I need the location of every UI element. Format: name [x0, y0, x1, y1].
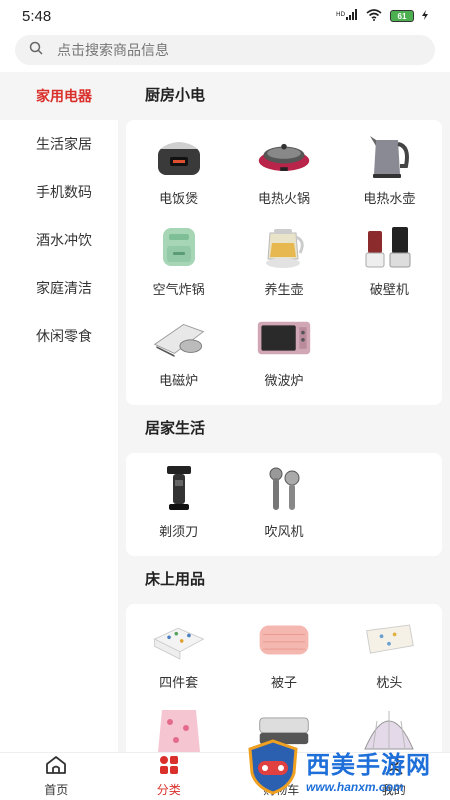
watermark-url: www.hanxm.com	[306, 779, 404, 794]
microwave-icon	[256, 312, 312, 364]
quilt-icon	[256, 614, 312, 666]
product-label: 电磁炉	[159, 373, 199, 388]
sidebar-item-snacks[interactable]: 休闲零食	[0, 312, 118, 360]
tab-home[interactable]: 首页	[0, 753, 113, 800]
sidebar-item-label: 家用电器	[36, 88, 92, 104]
search-icon	[29, 41, 43, 60]
product-item-health-pot[interactable]: 养生壶	[231, 221, 336, 312]
induction-cooker-icon	[151, 312, 207, 364]
product-label: 电热水壶	[363, 191, 416, 206]
blanket-icon	[151, 705, 207, 752]
hot-pot-icon	[256, 130, 312, 182]
product-label: 吹风机	[264, 524, 304, 539]
blender-icon	[361, 221, 417, 273]
tab-label: 分类	[156, 783, 181, 797]
product-label: 电热火锅	[257, 191, 310, 206]
sidebar-item-drinks[interactable]: 酒水冲饮	[0, 216, 118, 264]
product-item-pillow[interactable]: 枕头	[337, 614, 442, 705]
product-item-bedding-set[interactable]: 四件套	[126, 614, 231, 705]
search-input[interactable]	[57, 42, 421, 58]
sidebar-item-label: 休闲零食	[36, 328, 92, 344]
watermark-text: 西美手游网 www.hanxm.com	[306, 745, 431, 794]
sidebar-item-label: 手机数码	[36, 184, 92, 200]
section-card: 剃须刀 吹风机	[126, 453, 442, 556]
svg-text:HD: HD	[336, 11, 346, 18]
hair-dryer-icon	[256, 463, 312, 515]
watermark-logo: 西美手游网 www.hanxm.com	[246, 738, 446, 800]
category-icon	[159, 755, 179, 778]
status-bar: 5:48 HD 61	[0, 0, 450, 32]
product-label: 剃须刀	[159, 524, 199, 539]
sidebar-item-cleaning[interactable]: 家庭清洁	[0, 264, 118, 312]
home-icon	[45, 755, 67, 778]
sidebar-item-digital[interactable]: 手机数码	[0, 168, 118, 216]
product-label: 四件套	[159, 675, 199, 690]
product-item-hot-pot[interactable]: 电热火锅	[231, 130, 336, 221]
product-item-razor[interactable]: 剃须刀	[126, 463, 231, 554]
watermark-title: 西美手游网	[306, 751, 431, 779]
category-content: 厨房小电 电饭煲 电热火锅 电热水壶 空气炸锅 养生壶 破壁机 电磁炉 微波炉 …	[118, 72, 450, 752]
kettle-icon	[361, 130, 417, 182]
product-item-blanket[interactable]	[126, 705, 231, 752]
air-fryer-icon	[151, 221, 207, 273]
sidebar-item-label: 生活家居	[36, 136, 92, 152]
category-sidebar: 家用电器 生活家居 手机数码 酒水冲饮 家庭清洁 休闲零食	[0, 72, 118, 752]
section-title: 床上用品	[145, 571, 206, 588]
health-pot-icon	[256, 221, 312, 273]
tab-label: 首页	[44, 783, 69, 797]
product-label: 电饭煲	[159, 191, 199, 206]
product-item-induction-cooker[interactable]: 电磁炉	[126, 312, 231, 403]
tab-category[interactable]: 分类	[113, 753, 226, 800]
product-item-blender[interactable]: 破壁机	[337, 221, 442, 312]
product-label: 空气炸锅	[152, 282, 205, 297]
sidebar-item-label: 家庭清洁	[36, 280, 92, 296]
gamepad-shield-icon	[246, 738, 300, 800]
section-card: 电饭煲 电热火锅 电热水壶 空气炸锅 养生壶 破壁机 电磁炉 微波炉	[126, 120, 442, 405]
sidebar-item-home-living[interactable]: 生活家居	[0, 120, 118, 168]
sidebar-item-appliances[interactable]: 家用电器	[0, 72, 118, 120]
status-icons: HD 61	[336, 8, 428, 24]
product-item-air-fryer[interactable]: 空气炸锅	[126, 221, 231, 312]
section-title: 居家生活	[145, 420, 206, 437]
battery-icon: 61	[390, 10, 414, 22]
product-label: 枕头	[376, 675, 403, 690]
product-item-quilt[interactable]: 被子	[231, 614, 336, 705]
bedding-set-icon	[151, 614, 207, 666]
sidebar-item-label: 酒水冲饮	[36, 232, 92, 248]
product-item-hair-dryer[interactable]: 吹风机	[231, 463, 336, 554]
search-bar	[0, 32, 450, 72]
rice-cooker-icon	[151, 130, 207, 182]
product-item-microwave[interactable]: 微波炉	[231, 312, 336, 403]
product-item-kettle[interactable]: 电热水壶	[337, 130, 442, 221]
search-box[interactable]	[15, 35, 435, 65]
product-item-rice-cooker[interactable]: 电饭煲	[126, 130, 231, 221]
status-time: 5:48	[22, 7, 52, 25]
section-title: 厨房小电	[145, 87, 206, 104]
wifi-icon	[366, 8, 382, 24]
pillow-icon	[361, 614, 417, 666]
product-label: 养生壶	[264, 282, 304, 297]
charging-icon	[422, 9, 428, 23]
product-label: 被子	[270, 675, 297, 690]
section-card: 四件套 被子 枕头	[126, 604, 442, 752]
product-label: 微波炉	[264, 373, 304, 388]
razor-icon	[151, 463, 207, 515]
product-label: 破壁机	[369, 282, 409, 297]
signal-icon: HD	[336, 8, 358, 24]
